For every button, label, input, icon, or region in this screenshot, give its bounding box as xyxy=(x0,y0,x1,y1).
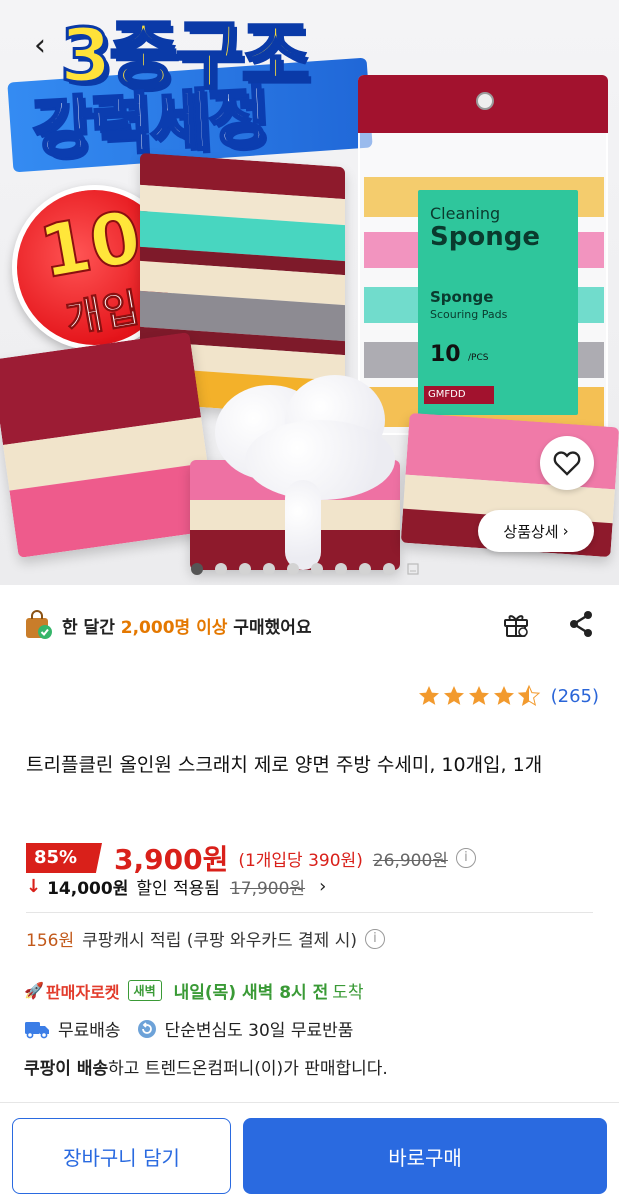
gallery-icon[interactable] xyxy=(407,563,419,575)
foam-image xyxy=(245,420,395,500)
star-icon xyxy=(443,686,464,705)
package-label-line1: Cleaning xyxy=(430,204,501,223)
wishlist-button[interactable] xyxy=(540,436,594,490)
star-icon xyxy=(468,686,489,705)
cashback-row: 156원 쿠팡캐시 적립 (쿠팡 와우카드 결제 시) i xyxy=(26,926,385,951)
product-detail-button[interactable]: 상품상세 › xyxy=(478,510,594,552)
arrow-down-icon: ↓ xyxy=(26,876,42,897)
chevron-right-icon: › xyxy=(319,876,327,897)
info-icon[interactable]: i xyxy=(455,848,476,868)
action-icons xyxy=(501,609,595,639)
carousel-dot[interactable] xyxy=(311,563,323,575)
free-shipping-label: 무료배송 xyxy=(58,1021,121,1041)
package-label-line2: Sponge xyxy=(430,222,540,252)
carousel-indicator xyxy=(191,563,419,575)
original-price: 26,900원 xyxy=(372,850,448,871)
carousel-dot[interactable] xyxy=(383,563,395,575)
carousel-dot[interactable] xyxy=(215,563,227,575)
package-label: Cleaning Sponge Sponge Scouring Pads 10 … xyxy=(418,190,578,415)
free-return: 단순변심도 30일 무료반품 xyxy=(137,1016,354,1041)
coupon-label: 할인 적용됨 xyxy=(136,879,220,899)
foam-image xyxy=(285,480,321,570)
coupon-row[interactable]: ↓ 14,000원 할인 적용됨 17,900원 › xyxy=(26,874,326,899)
share-icon[interactable] xyxy=(567,609,595,639)
carousel-dot[interactable] xyxy=(263,563,275,575)
price-row: 85% 3,900원 (1개입당 390원) 26,900원 i xyxy=(26,838,476,878)
carousel-dot[interactable] xyxy=(359,563,371,575)
recent-purchase-text: 한 달간 2,000명 이상 구매했어요 xyxy=(62,613,312,638)
unit-price: (1개입당 390원) xyxy=(238,850,363,871)
divider xyxy=(26,912,593,913)
seller-info-bold: 쿠팡이 배송 xyxy=(24,1059,109,1079)
product-image-carousel[interactable]: 3중구조 강력세정 10 개입 Cleaning Sponge Sponge S… xyxy=(0,0,619,585)
discount-badge: 85% xyxy=(26,843,102,873)
cashback-text: 쿠팡캐시 적립 (쿠팡 와우카드 결제 시) xyxy=(82,931,357,951)
truck-icon xyxy=(25,1021,49,1038)
carousel-dot[interactable] xyxy=(191,563,203,575)
bottom-action-bar: 장바구니 담기 바로구매 xyxy=(0,1102,619,1200)
package-label-count: 10 xyxy=(430,342,461,367)
free-return-label: 단순변심도 30일 무료반품 xyxy=(164,1021,354,1041)
star-icon xyxy=(418,686,439,705)
package-label-line4: Scouring Pads xyxy=(430,308,508,321)
gift-icon[interactable] xyxy=(501,609,531,639)
cashback-amount: 156원 xyxy=(26,931,75,951)
recent-purchase-count: 2,000명 이상 xyxy=(120,617,228,638)
sponge-left-image xyxy=(0,332,217,558)
recent-purchase-row: 한 달간 2,000명 이상 구매했어요 xyxy=(24,605,595,645)
product-title: 트리플클린 올인원 스크래치 제로 양면 주방 수세미, 10개입, 1개 xyxy=(26,754,543,776)
carousel-dot[interactable] xyxy=(239,563,251,575)
arrival-time: 내일(목) 새벽 8시 전 xyxy=(173,983,329,1003)
seller-info-rest: 하고 트렌드온컴퍼니(이)가 판매합니다. xyxy=(108,1059,388,1079)
buy-now-button[interactable]: 바로구매 xyxy=(243,1118,607,1194)
dawn-badge: 새벽 xyxy=(127,980,162,1001)
carousel-dot[interactable] xyxy=(287,563,299,575)
star-icon xyxy=(493,686,514,705)
package-label-count-unit: /PCS xyxy=(468,353,489,363)
seller-info: 쿠팡이 배송하고 트렌드온컴퍼니(이)가 판매합니다. xyxy=(24,1054,388,1079)
star-half-icon xyxy=(517,684,540,706)
return-icon xyxy=(137,1019,156,1038)
rocket-icon: 🚀 xyxy=(24,981,44,1000)
shipping-row: 무료배송 단순변심도 30일 무료반품 xyxy=(24,1016,369,1041)
recent-purchase-suffix: 구매했어요 xyxy=(227,617,312,638)
star-rating xyxy=(417,684,541,708)
chevron-right-icon: › xyxy=(562,522,569,540)
review-count[interactable]: (265) xyxy=(551,686,599,707)
rocket-label: 판매자로켓 xyxy=(45,982,120,1002)
delivery-row: 🚀 판매자로켓 새벽 내일(목) 새벽 8시 전 도착 xyxy=(24,978,364,1003)
free-shipping: 무료배송 xyxy=(24,1016,121,1041)
coupon-price: 14,000원 xyxy=(47,879,129,899)
sale-price: 3,900원 xyxy=(114,843,229,876)
carousel-dot[interactable] xyxy=(335,563,347,575)
heart-icon xyxy=(553,451,581,476)
add-to-cart-button[interactable]: 장바구니 담기 xyxy=(12,1118,231,1194)
rating[interactable]: (265) xyxy=(417,684,599,708)
coupon-original-price: 17,900원 xyxy=(229,879,306,899)
info-icon[interactable]: i xyxy=(364,928,385,949)
package-label-line3: Sponge xyxy=(430,288,494,306)
back-icon[interactable]: ‹ xyxy=(22,28,58,64)
arrival-suffix: 도착 xyxy=(332,983,364,1003)
recent-purchase-prefix: 한 달간 xyxy=(62,617,121,638)
package-hang-hole xyxy=(476,92,494,110)
shopping-bag-icon xyxy=(24,610,52,640)
package-brand: GMFDD xyxy=(424,386,494,404)
product-detail-label: 상품상세 xyxy=(503,522,559,541)
